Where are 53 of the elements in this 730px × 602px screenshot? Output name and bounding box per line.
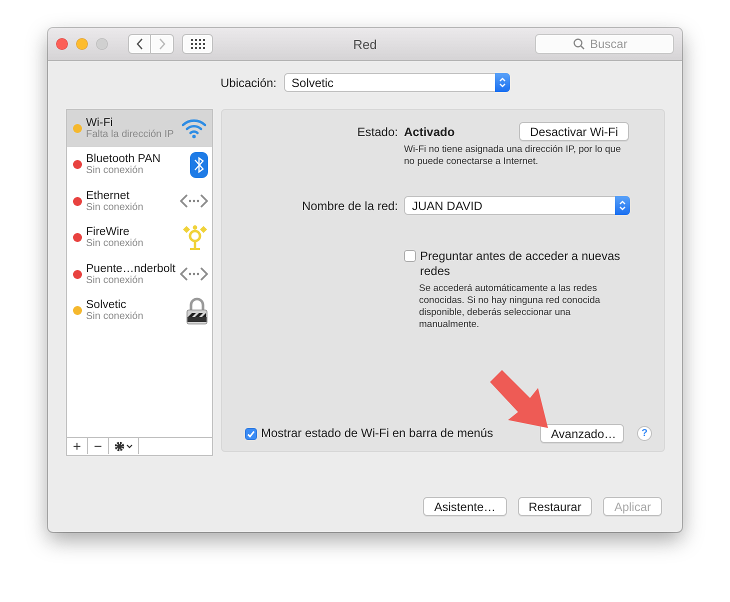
zoom-icon [96,38,108,50]
service-status: Sin conexión [86,202,144,213]
wifi-icon [180,117,208,140]
service-status: Sin conexión [86,274,144,286]
service-status: Sin conexión [86,238,144,250]
status-value: Activado [404,124,455,138]
chevron-left-icon [136,38,144,50]
stepper-icon [615,196,630,215]
service-status: Sin conexión [86,311,144,322]
dialog-button[interactable]: Asistente… [423,497,507,516]
service-item[interactable]: Ethernet Sin conexión [67,183,212,220]
network-name-label: Nombre de la red: [300,198,398,212]
service-name: Bluetooth PAN [86,153,161,166]
search-field[interactable]: Buscar [535,34,674,54]
grid-icon [190,39,204,49]
ethernet-icon [180,266,208,282]
ask-note: Se accederá automáticamente a las redes conocidas. Si no hay ninguna red conocida disponible, deberás seleccionar una manualmente. [419,283,602,331]
service-name: Wi-Fi [86,116,113,129]
show-all-button[interactable] [182,34,213,54]
search-icon [573,38,585,50]
service-name: Puente…nderbolt [86,262,176,275]
service-item[interactable]: Solvetic Sin conexión [67,292,212,329]
checkbox-label: Preguntar antes de acceder a nuevas redes [420,249,622,279]
pointer-arrow [488,368,550,430]
checkbox[interactable] [245,428,257,440]
service-item[interactable]: Puente…nderbolt Sin conexión [67,256,212,292]
lock-icon [186,296,208,325]
bluetooth-icon [190,152,208,178]
advanced-button[interactable]: Avanzado… [540,424,624,443]
location-label: Ubicación: [220,76,277,90]
back-button[interactable] [128,34,151,54]
location-dropdown[interactable]: Solvetic [284,73,510,92]
checkbox-label: Mostrar estado de Wi-Fi en barra de menús [261,426,494,441]
network-dropdown[interactable]: JUAN DAVID [404,196,630,215]
dialog-button[interactable]: Restaurar [518,497,592,516]
ethernet-icon [180,193,208,210]
service-status: Falta la dirección IP [86,128,174,140]
close-icon[interactable] [56,38,68,50]
service-status: Sin conexión [86,165,144,176]
service-name: FireWire [86,226,130,238]
turn-off-wifi-button[interactable]: Desactivar Wi-Fi [518,122,629,141]
window-title: Red [353,36,377,52]
stepper-icon [494,73,510,92]
firewire-icon [182,224,208,251]
service-name: Ethernet [86,190,130,202]
checkbox[interactable] [404,250,416,262]
chevron-right-icon [158,38,166,50]
service-item[interactable]: Wi-Fi Falta la dirección IP [67,110,212,146]
service-item[interactable]: Bluetooth PAN Sin conexión [67,146,212,183]
status-label: Estado: [356,124,398,138]
service-item[interactable]: FireWire Sin conexión [67,220,212,256]
service-name: Solvetic [86,299,126,312]
status-note: Wi-Fi no tiene asignada una dirección IP, por lo que no puede conectarse a Internet. [404,144,622,168]
